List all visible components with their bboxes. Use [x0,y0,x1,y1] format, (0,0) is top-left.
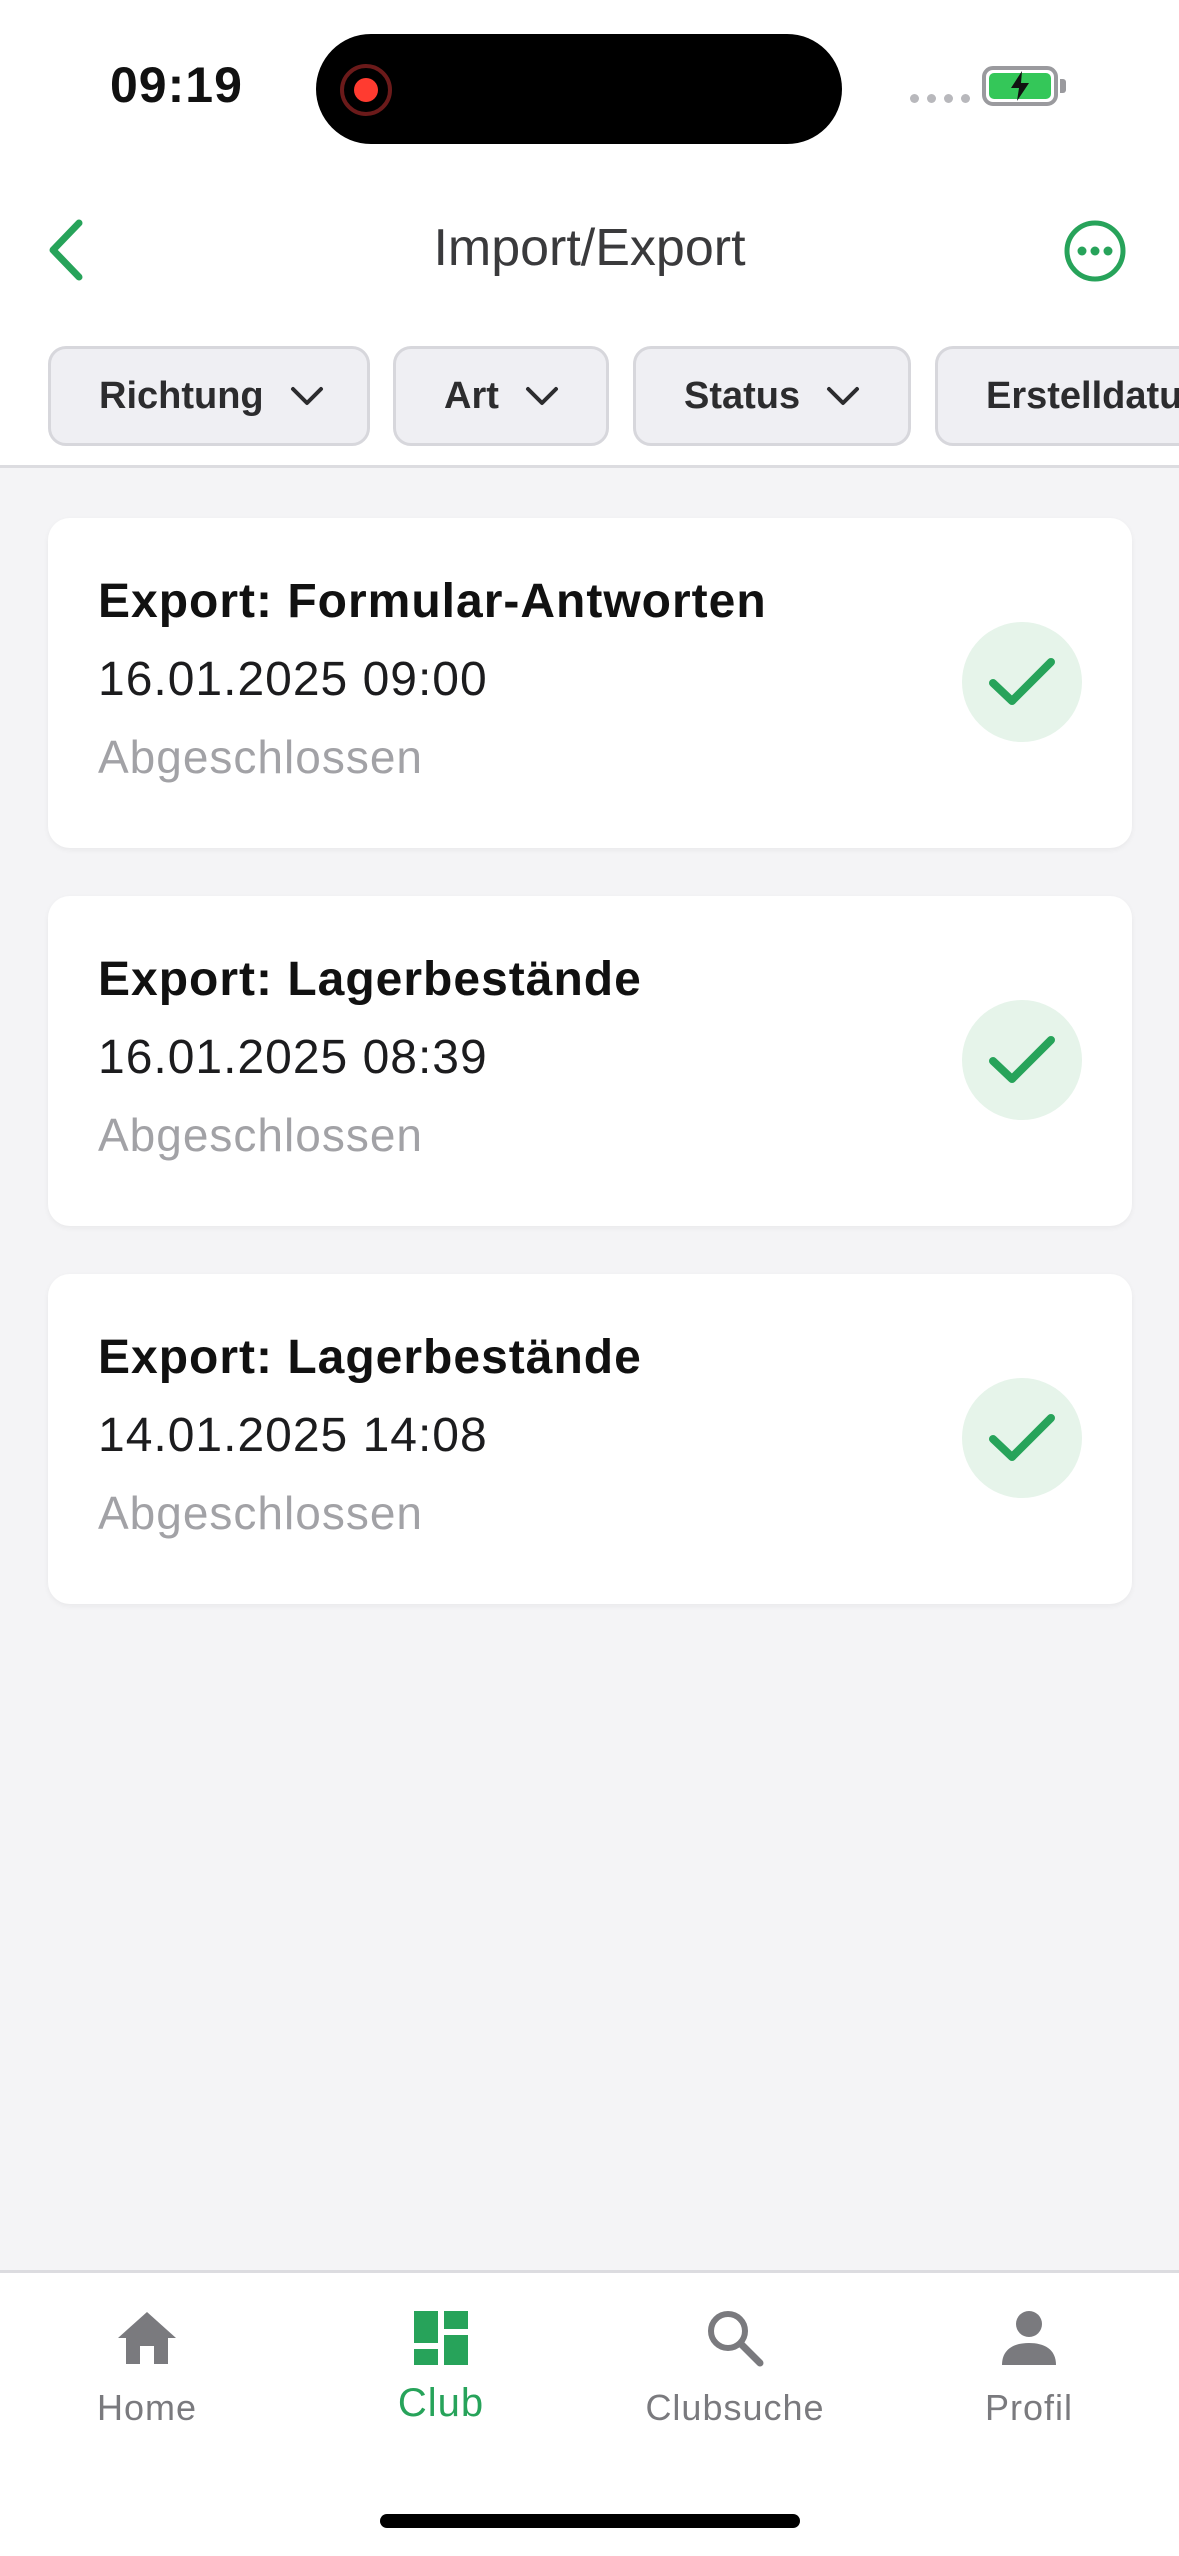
tab-club[interactable]: Club [294,2303,588,2453]
item-date: 16.01.2025 08:39 [98,1031,488,1084]
list-item[interactable]: Export: Lagerbestände 14.01.2025 14:08 A… [48,1274,1132,1604]
item-status: Abgeschlossen [98,731,423,783]
filter-chip-label: Status [684,374,801,417]
battery-icon [982,66,1058,106]
tab-label: Club [397,2381,485,2425]
item-status: Abgeschlossen [98,1487,423,1539]
filter-chip-status[interactable]: Status [633,346,911,446]
item-title: Export: Lagerbestände [98,953,642,1006]
list-item[interactable]: Export: Formular-Antworten 16.01.2025 09… [48,518,1132,848]
item-title: Export: Formular-Antworten [98,575,767,628]
success-badge [962,1378,1082,1498]
tab-profil[interactable]: Profil [882,2303,1176,2453]
page-title: Import/Export [433,219,746,277]
chevron-down-icon [826,386,860,406]
checkmark-icon [989,658,1055,705]
tab-label: Profil [984,2387,1074,2428]
charging-bolt-icon [1011,71,1029,101]
back-button[interactable] [30,210,100,290]
filter-chip-label: Richtung [99,374,264,417]
search-icon [705,2303,765,2373]
recording-icon [340,64,392,116]
tab-home[interactable]: Home [0,2303,294,2453]
checkmark-icon [989,1036,1055,1083]
item-date: 14.01.2025 14:08 [98,1409,488,1462]
item-date: 16.01.2025 09:00 [98,653,488,706]
filter-chip-label: Art [444,374,499,417]
chevron-down-icon [525,386,559,406]
home-indicator[interactable] [380,2514,800,2528]
more-button[interactable] [1060,216,1130,286]
cellular-signal-icon [910,94,970,103]
tab-label: Home [96,2387,198,2428]
screen: 09:19 Import/Export Richtung Art Status … [0,0,1179,2556]
filter-row: Richtung Art Status Erstelldatum [0,330,1179,468]
success-badge [962,622,1082,742]
dynamic-island [316,34,842,144]
more-horizontal-circle-icon [1064,220,1126,282]
status-time: 09:19 [110,57,243,113]
checkmark-icon [989,1414,1055,1461]
battery-nub [1060,79,1066,93]
dashboard-icon [412,2303,470,2373]
list-item[interactable]: Export: Lagerbestände 16.01.2025 08:39 A… [48,896,1132,1226]
item-status: Abgeschlossen [98,1109,423,1161]
success-badge [962,1000,1082,1120]
status-bar: 09:19 [0,0,1179,180]
tab-clubsuche[interactable]: Clubsuche [588,2303,882,2453]
filter-chip-art[interactable]: Art [393,346,609,446]
tab-label: Clubsuche [645,2387,825,2428]
filter-chip-richtung[interactable]: Richtung [48,346,370,446]
home-icon [116,2303,178,2373]
nav-header: Import/Export [0,180,1179,330]
item-title: Export: Lagerbestände [98,1331,642,1384]
chevron-left-icon [49,219,83,281]
chevron-down-icon [290,386,324,406]
filter-chip-erstelldatum[interactable]: Erstelldatum [935,346,1179,446]
filter-chip-label: Erstelldatum [986,374,1179,417]
person-icon [1000,2303,1058,2373]
